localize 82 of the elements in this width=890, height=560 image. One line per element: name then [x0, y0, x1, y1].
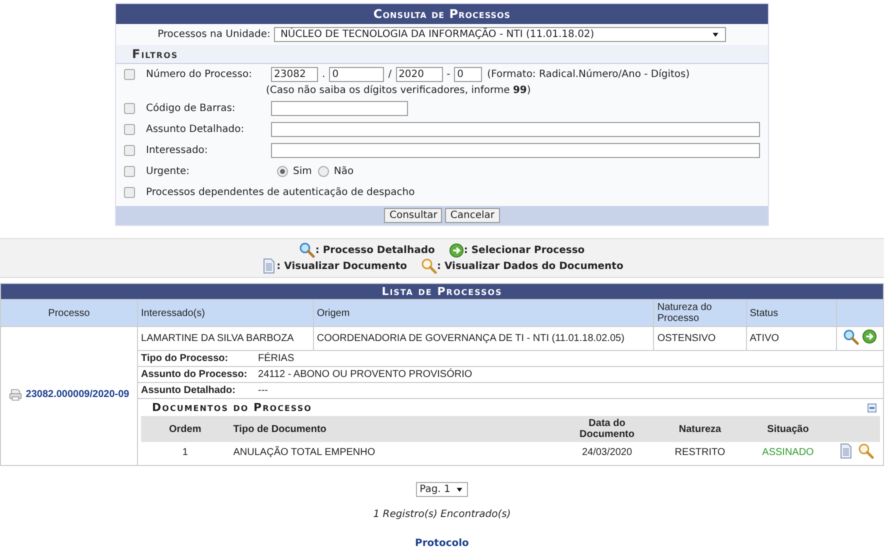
search-icon[interactable] — [842, 329, 859, 345]
column-header: Natureza do Processo — [654, 300, 746, 326]
detail-label: Tipo do Processo: — [141, 353, 230, 364]
radio-button[interactable] — [277, 166, 288, 177]
column-header: Natureza — [656, 416, 744, 442]
footer-link[interactable]: Protocolo — [415, 538, 469, 549]
column-header: Interessado(s) — [138, 300, 314, 326]
table-cell: ATIVO — [746, 326, 836, 350]
magnifier-icon — [420, 258, 437, 274]
checkbox-label: Processos dependentes de autenticação de despacho — [146, 187, 415, 198]
column-header: Status — [746, 300, 836, 326]
field-label: Processos na Unidade: — [158, 29, 270, 40]
printer-icon — [8, 388, 22, 401]
detail-value: 24112 - ABONO OU PROVENTO PROVISÓRIO — [258, 369, 472, 380]
column-header — [832, 416, 880, 442]
table-cell: 1 — [141, 442, 230, 463]
field-label: Assunto Detalhado: — [146, 124, 246, 135]
hint-text: (Caso não saiba os dígitos verificadores, informe 99) — [265, 85, 532, 98]
separator-text: / — [388, 69, 392, 80]
legend-label: : Processo Detalhado — [315, 244, 435, 256]
table-cell: LAMARTINE DA SILVA BARBOZA — [138, 326, 314, 350]
column-header: Data do Documento — [558, 416, 656, 442]
field-label: Código de Barras: — [146, 103, 236, 114]
column-header: Ordem — [141, 416, 230, 442]
arrow-circle-icon — [448, 242, 464, 258]
collapse-icon[interactable] — [867, 402, 877, 412]
radio-label: Sim — [293, 166, 312, 177]
separator-text: - — [446, 69, 450, 80]
detail-label: Assunto Detalhado: — [141, 385, 236, 396]
input-field[interactable] — [271, 122, 760, 137]
checkbox[interactable] — [124, 145, 135, 156]
column-header: Tipo de Documento — [229, 416, 558, 442]
field-label: Interessado: — [146, 145, 209, 156]
field-label: Urgente: — [146, 166, 191, 177]
section-title: Filtros — [116, 45, 768, 64]
table-title: Lista de Processos — [0, 284, 884, 300]
input-field[interactable] — [271, 101, 408, 116]
checkbox[interactable] — [124, 124, 135, 135]
detail-value: FÉRIAS — [258, 353, 294, 364]
column-header: Situação — [744, 416, 832, 442]
detail-label: Assunto do Processo: — [141, 369, 248, 380]
legend-label: : Visualizar Documento — [276, 260, 407, 272]
document-icon[interactable] — [838, 443, 854, 459]
records-count: 1 Registro(s) Encontrado(s) — [372, 509, 512, 520]
table-cell: OSTENSIVO — [654, 326, 746, 350]
form-button[interactable]: Consultar — [384, 208, 442, 223]
input-field[interactable]: 2020 — [396, 67, 443, 82]
table-cell: ASSINADO — [744, 442, 832, 463]
search-icon — [299, 242, 316, 258]
magnifier-icon[interactable] — [858, 443, 874, 459]
table-cell: ANULAÇÃO TOTAL EMPENHO — [229, 442, 558, 463]
caret-icon — [455, 485, 464, 494]
checkbox[interactable] — [124, 166, 135, 177]
detail-value: --- — [258, 385, 268, 396]
table-cell: RESTRITO — [656, 442, 744, 463]
table-cell: COORDENADORIA DE GOVERNANÇA DE TI - NTI (11.01.18.02.05) — [313, 326, 654, 350]
input-field[interactable] — [271, 143, 760, 158]
field-label: Número do Processo: — [146, 69, 253, 80]
legend-label: : Selecionar Processo — [464, 244, 585, 256]
page-dropdown[interactable]: Pag. 1 — [416, 482, 468, 497]
checkbox[interactable] — [124, 69, 135, 80]
radio-button[interactable] — [318, 166, 329, 177]
table-cell: 24/03/2020 — [558, 442, 656, 463]
separator-text: . — [322, 69, 326, 80]
process-link[interactable]: 23082.000009/2020-09 — [8, 388, 130, 401]
legend-label: : Visualizar Dados do Documento — [436, 260, 624, 272]
input-field[interactable]: 23082 — [271, 67, 318, 82]
section-title: Documentos do Processo — [151, 400, 313, 416]
input-field[interactable]: 0 — [454, 67, 482, 82]
caret-icon — [711, 30, 720, 39]
checkbox[interactable] — [124, 103, 135, 114]
panel-title: Consulta de Processos — [116, 4, 768, 24]
document-icon — [260, 258, 277, 274]
form-button[interactable]: Cancelar — [445, 208, 500, 223]
input-field[interactable]: 0 — [329, 67, 384, 82]
unit-dropdown[interactable]: NÚCLEO DE TECNOLOGIA DA INFORMAÇÃO - NTI (11.01.18.02) — [274, 27, 726, 42]
column-header: Origem — [313, 300, 654, 326]
checkbox[interactable] — [124, 187, 135, 198]
radio-label: Não — [334, 166, 354, 177]
format-hint: (Formato: Radical.Número/Ano - Dígitos) — [487, 69, 690, 80]
column-header: Processo — [0, 300, 138, 326]
arrow-circle-icon[interactable] — [862, 329, 877, 344]
